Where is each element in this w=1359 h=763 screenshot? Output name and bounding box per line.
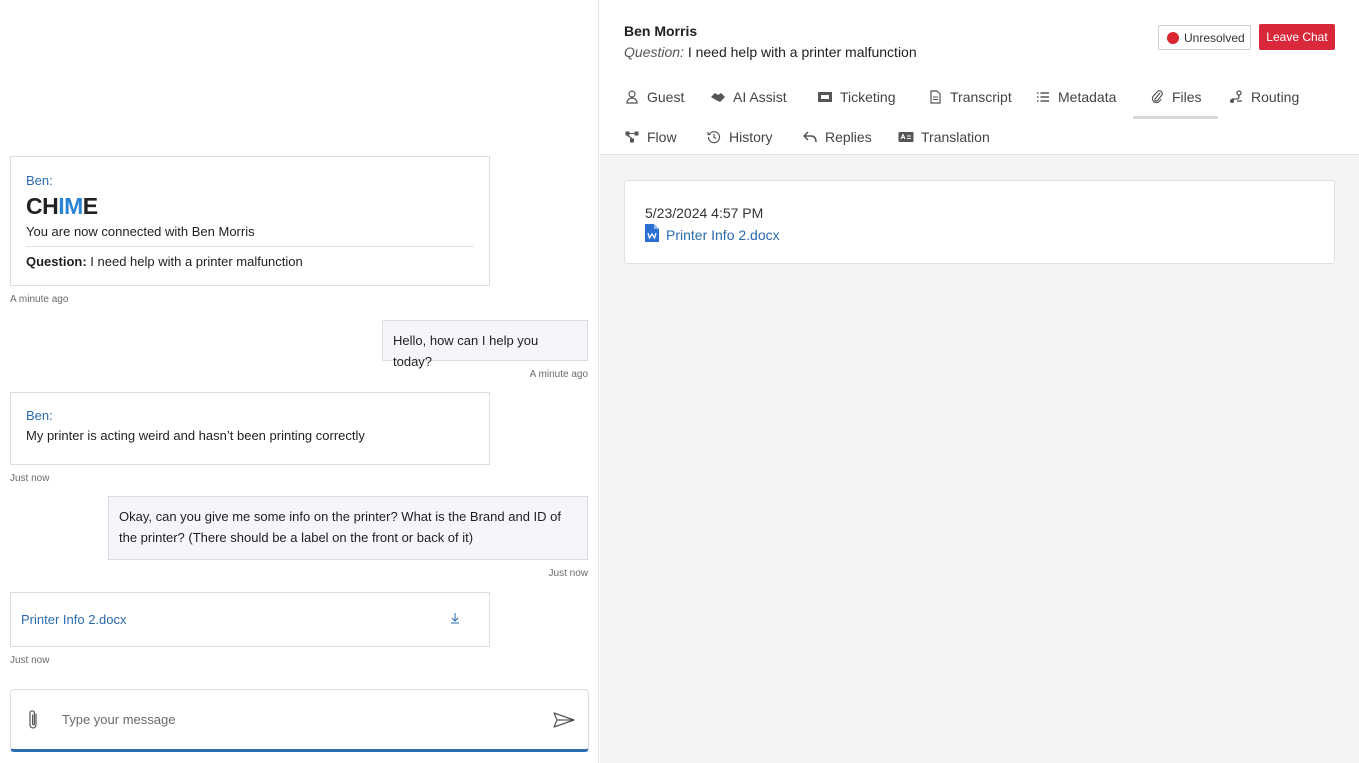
handshake-icon bbox=[710, 89, 726, 105]
person-icon bbox=[624, 89, 640, 105]
file-name: Printer Info 2.docx bbox=[666, 226, 780, 243]
routing-icon bbox=[1228, 89, 1244, 105]
file-date: 5/23/2024 4:57 PM bbox=[645, 205, 764, 221]
agent-message: Hello, how can I help you today? bbox=[382, 320, 588, 369]
tab-history[interactable]: History bbox=[706, 125, 773, 149]
question-line: Question: I need help with a printer mal… bbox=[26, 254, 303, 269]
tab-guest[interactable]: Guest bbox=[624, 85, 684, 109]
tab-ai-assist[interactable]: AI Assist bbox=[710, 85, 787, 109]
detail-panel: Ben Morris Question: I need help with a … bbox=[600, 0, 1359, 763]
paperclip-icon[interactable] bbox=[23, 708, 43, 732]
message-input[interactable] bbox=[62, 712, 552, 727]
connection-card: Ben: CH IM E You are now connected with Be… bbox=[10, 156, 490, 286]
translation-icon bbox=[898, 129, 914, 145]
history-icon bbox=[706, 129, 722, 145]
send-icon[interactable] bbox=[552, 708, 576, 732]
tab-transcript[interactable]: Transcript bbox=[927, 85, 1012, 109]
agent-message: Okay, can you give me some info on the p… bbox=[108, 496, 588, 560]
tab-routing[interactable]: Routing bbox=[1228, 85, 1299, 109]
connected-text: You are now connected with Ben Morris bbox=[26, 224, 255, 239]
status-label: Unresolved bbox=[1184, 30, 1245, 45]
guest-message: Ben: My printer is acting weird and hasn… bbox=[10, 392, 490, 465]
download-icon[interactable] bbox=[447, 612, 463, 627]
timestamp: Just now bbox=[10, 655, 50, 666]
tab-metadata[interactable]: Metadata bbox=[1035, 85, 1116, 109]
ticket-icon bbox=[817, 89, 833, 105]
tab-flow[interactable]: Flow bbox=[624, 125, 677, 149]
status-dot-icon bbox=[1167, 31, 1179, 44]
message-text: My printer is acting weird and hasn’t be… bbox=[26, 428, 365, 443]
timestamp: A minute ago bbox=[10, 294, 69, 305]
file-message: Printer Info 2.docx bbox=[10, 592, 490, 647]
status-dropdown[interactable]: Unresolved bbox=[1158, 25, 1251, 50]
timestamp: A minute ago bbox=[529, 369, 588, 380]
chat-panel: Ben: CH IM E You are now connected with Be… bbox=[0, 0, 599, 763]
timestamp: Just now bbox=[548, 568, 588, 579]
paperclip-icon bbox=[1149, 89, 1165, 105]
sender-name: Ben: bbox=[26, 173, 53, 188]
tab-translation[interactable]: Translation bbox=[898, 125, 990, 149]
chime-logo: CH IM E bbox=[26, 192, 98, 219]
word-document-icon bbox=[645, 224, 659, 245]
sender-name: Ben: bbox=[26, 408, 53, 423]
file-entry-link[interactable]: Printer Info 2.docx bbox=[645, 224, 780, 245]
file-entry-card: 5/23/2024 4:57 PM Printer Info 2.docx bbox=[624, 180, 1335, 264]
document-icon bbox=[927, 89, 943, 105]
leave-chat-button[interactable]: Leave Chat bbox=[1259, 24, 1335, 50]
list-icon bbox=[1035, 89, 1051, 105]
divider bbox=[26, 246, 474, 247]
reply-icon bbox=[802, 129, 818, 145]
tab-ticketing[interactable]: Ticketing bbox=[817, 85, 896, 109]
tab-files[interactable]: Files bbox=[1133, 85, 1217, 119]
file-link[interactable]: Printer Info 2.docx bbox=[21, 612, 127, 627]
detail-header: Ben Morris Question: I need help with a … bbox=[600, 0, 1359, 155]
message-composer bbox=[10, 689, 589, 752]
guest-name: Ben Morris bbox=[624, 23, 698, 39]
tab-replies[interactable]: Replies bbox=[802, 125, 872, 149]
timestamp: Just now bbox=[10, 473, 50, 484]
flow-icon bbox=[624, 129, 640, 145]
guest-question: Question: I need help with a printer mal… bbox=[624, 44, 917, 60]
